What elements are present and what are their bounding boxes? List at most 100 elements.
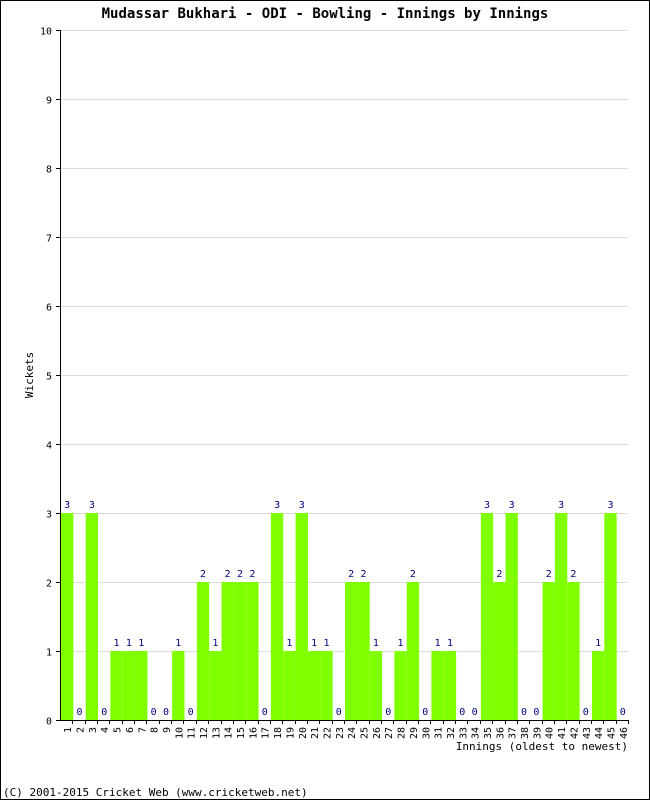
bar	[172, 651, 185, 720]
y-tick-label: 8	[46, 165, 52, 176]
y-tick-label: 3	[46, 510, 52, 521]
y-tick-label: 1	[46, 648, 52, 659]
data-label: 2	[249, 569, 255, 580]
x-tick-label: 1	[63, 727, 74, 733]
bar	[246, 582, 259, 720]
x-tick-label: 14	[224, 727, 235, 739]
bar	[357, 582, 370, 720]
data-label: 2	[348, 569, 354, 580]
x-tick-label: 26	[372, 727, 383, 739]
data-label: 0	[163, 707, 169, 718]
bar	[122, 651, 136, 720]
y-tick-label: 4	[46, 441, 52, 452]
data-label: 0	[262, 707, 268, 718]
x-axis-label: Innings (oldest to newest)	[456, 740, 628, 753]
bar	[270, 513, 284, 720]
data-label: 1	[286, 638, 292, 649]
x-tick-label: 32	[446, 727, 457, 739]
y-tick-label: 9	[46, 96, 52, 107]
data-label: 0	[583, 707, 589, 718]
data-label: 0	[620, 707, 626, 718]
data-label: 3	[607, 500, 613, 511]
x-tick-label: 42	[569, 727, 580, 739]
data-label: 1	[175, 638, 181, 649]
data-label: 2	[225, 569, 231, 580]
x-tick-label: 30	[421, 727, 432, 739]
y-tick-label: 10	[40, 27, 52, 38]
bar	[295, 513, 308, 720]
x-tick-label: 19	[285, 727, 296, 739]
data-label: 0	[533, 707, 539, 718]
y-axis-label: Wickets	[23, 352, 36, 398]
data-label: 2	[361, 569, 367, 580]
x-tick-label: 21	[310, 727, 321, 739]
x-tick-label: 3	[88, 727, 99, 733]
x-tick-label: 8	[150, 727, 161, 733]
data-label: 0	[151, 707, 157, 718]
data-label: 3	[89, 500, 95, 511]
x-tick-label: 7	[137, 727, 148, 733]
x-tick-label: 13	[211, 727, 222, 739]
data-label: 1	[323, 638, 329, 649]
x-tick-label: 37	[508, 727, 519, 739]
bar	[110, 651, 123, 720]
x-tick-label: 25	[360, 727, 371, 739]
x-tick-label: 15	[236, 727, 247, 739]
x-tick-label: 22	[322, 727, 333, 739]
data-label: 1	[447, 638, 453, 649]
data-label: 3	[64, 500, 70, 511]
x-tick-label: 27	[384, 727, 395, 739]
bar	[567, 582, 580, 720]
x-tick-label: 4	[100, 727, 111, 733]
data-label: 0	[422, 707, 428, 718]
x-tick-label: 18	[273, 727, 284, 739]
bar	[542, 582, 555, 720]
data-label: 1	[126, 638, 132, 649]
data-label: 2	[570, 569, 576, 580]
y-tick-label: 0	[46, 717, 52, 728]
x-ticks: 1 2 3 4 5 6 7 8 9 10 11 12 13 14 15 16 17 18 19 20 21 22 23 24 2…	[63, 720, 630, 739]
x-tick-label: 9	[162, 727, 173, 733]
bar	[369, 651, 383, 720]
x-tick-label: 44	[594, 727, 605, 739]
bar	[493, 582, 506, 720]
x-tick-label: 24	[347, 727, 358, 739]
bar	[221, 582, 234, 720]
bar	[307, 651, 321, 720]
data-label: 2	[237, 569, 243, 580]
bar	[480, 513, 494, 720]
x-tick-label: 5	[113, 727, 124, 733]
bar	[443, 651, 457, 720]
bar	[604, 513, 617, 720]
bar	[431, 651, 444, 720]
x-tick-label: 16	[248, 727, 259, 739]
bar	[196, 582, 210, 720]
bar	[554, 513, 568, 720]
x-tick-label: 36	[495, 727, 506, 739]
data-label: 3	[299, 500, 305, 511]
data-label: 0	[521, 707, 527, 718]
data-label: 1	[435, 638, 441, 649]
x-tick-label: 29	[409, 727, 420, 739]
data-label: 3	[509, 500, 515, 511]
data-label: 2	[496, 569, 502, 580]
gridlines	[60, 30, 628, 652]
x-tick-label: 2	[76, 727, 87, 733]
data-label: 0	[459, 707, 465, 718]
x-tick-label: 20	[298, 727, 309, 739]
copyright-footer: (C) 2001-2015 Cricket Web (www.cricketwe…	[3, 786, 308, 799]
x-tick-label: 39	[532, 727, 543, 739]
x-tick-label: 28	[397, 727, 408, 739]
data-label: 0	[385, 707, 391, 718]
bar	[61, 513, 74, 720]
x-tick-label: 31	[434, 727, 445, 739]
data-label: 0	[77, 707, 83, 718]
data-label: 2	[410, 569, 416, 580]
y-tick-label: 2	[46, 579, 52, 590]
data-label: 1	[398, 638, 404, 649]
y-tick-label: 5	[46, 372, 52, 383]
bar	[505, 513, 518, 720]
bars	[61, 513, 617, 720]
bar	[591, 651, 605, 720]
data-label: 3	[274, 500, 280, 511]
